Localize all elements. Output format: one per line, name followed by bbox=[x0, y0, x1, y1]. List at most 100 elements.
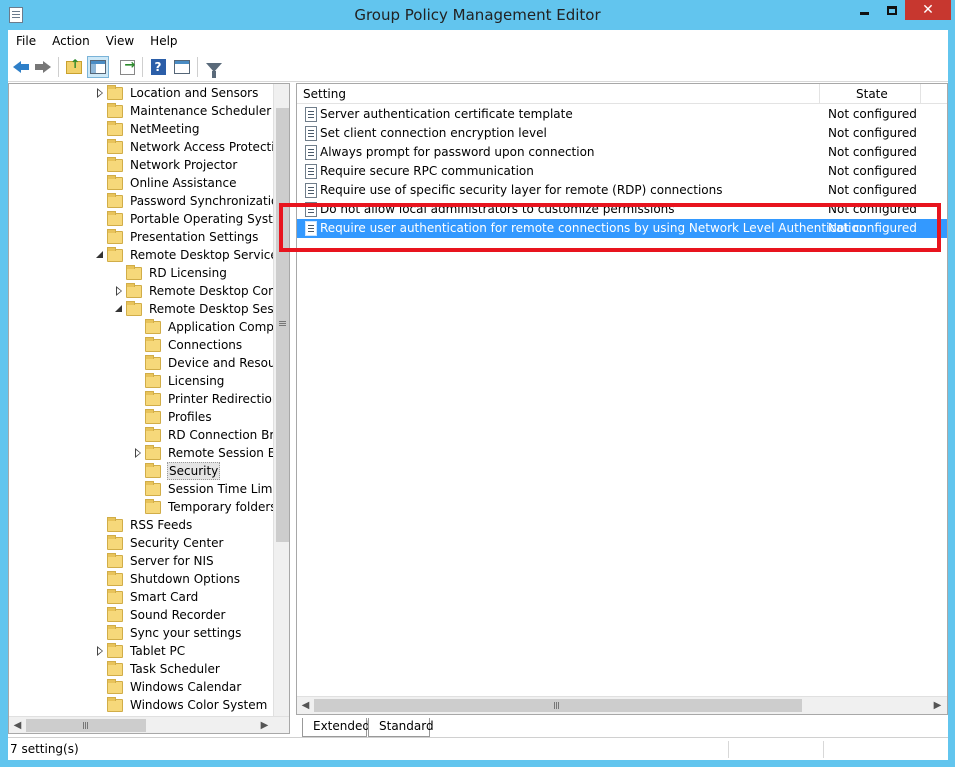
show-hide-tree-button[interactable] bbox=[87, 56, 109, 78]
folder-icon bbox=[107, 696, 123, 712]
tree-item[interactable]: RD Connection Brok bbox=[145, 426, 289, 444]
tree-item[interactable]: Password Synchronization bbox=[107, 192, 287, 210]
tree-item[interactable]: Remote Desktop Services bbox=[96, 246, 285, 264]
tree-item[interactable]: Network Access Protection bbox=[107, 138, 289, 156]
maximize-button[interactable] bbox=[878, 0, 905, 20]
tree-item[interactable]: Remote Session Envi bbox=[135, 444, 289, 462]
column-header-setting[interactable]: Setting bbox=[297, 84, 819, 104]
tree-item[interactable]: Remote Desktop Conne bbox=[116, 282, 289, 300]
tree-item[interactable]: Portable Operating System bbox=[107, 210, 289, 228]
collapse-arrow-icon[interactable] bbox=[114, 304, 124, 314]
tree-item[interactable]: Session Time Limits bbox=[145, 480, 288, 498]
tree-item-label: Remote Desktop Services bbox=[130, 248, 285, 262]
tree-vertical-scroll-thumb[interactable] bbox=[276, 108, 289, 542]
tree-item[interactable]: RD Licensing bbox=[126, 264, 228, 282]
up-one-level-button[interactable] bbox=[63, 56, 85, 78]
tree-item[interactable]: Maintenance Scheduler bbox=[107, 102, 272, 120]
tree-item[interactable]: Temporary folders bbox=[145, 498, 278, 516]
filter-button[interactable] bbox=[203, 56, 225, 78]
properties-button[interactable] bbox=[171, 56, 193, 78]
tree-pane[interactable]: Location and Sensors Maintenance Schedule… bbox=[8, 83, 290, 734]
menu-action[interactable]: Action bbox=[44, 30, 98, 52]
minimize-button[interactable] bbox=[851, 0, 878, 20]
list-horizontal-scroll-thumb[interactable] bbox=[314, 699, 802, 712]
tree-item[interactable]: Smart Card bbox=[107, 588, 199, 606]
folder-icon bbox=[107, 84, 123, 100]
back-button[interactable] bbox=[10, 56, 32, 78]
tree-item[interactable]: Security Center bbox=[107, 534, 224, 552]
setting-row[interactable]: Set client connection encryption level No… bbox=[297, 124, 947, 143]
scroll-right-icon[interactable]: ▶ bbox=[256, 717, 273, 733]
tree-horizontal-scroll-thumb[interactable] bbox=[26, 719, 146, 732]
close-button[interactable]: ✕ bbox=[905, 0, 951, 20]
list-horizontal-scrollbar[interactable]: ◀ ▶ bbox=[297, 696, 947, 714]
menu-help[interactable]: Help bbox=[142, 30, 185, 52]
annotation-highlight-box bbox=[279, 203, 941, 252]
tree-item[interactable]: Presentation Settings bbox=[107, 228, 259, 246]
tree-item[interactable]: Windows Color System bbox=[107, 696, 268, 714]
setting-state: Not configured bbox=[828, 183, 917, 197]
tree-item[interactable]: Profiles bbox=[145, 408, 213, 426]
tree-item[interactable]: Tablet PC bbox=[97, 642, 186, 660]
scroll-left-icon[interactable]: ◀ bbox=[297, 697, 314, 714]
tree-item-label: Security bbox=[167, 462, 221, 480]
forward-button[interactable] bbox=[32, 56, 54, 78]
setting-state: Not configured bbox=[828, 107, 917, 121]
help-button[interactable]: ? bbox=[147, 56, 169, 78]
tree-item[interactable]: Licensing bbox=[145, 372, 225, 390]
toolbar-separator bbox=[142, 57, 143, 77]
column-header-state[interactable]: State bbox=[820, 84, 920, 104]
menu-view[interactable]: View bbox=[98, 30, 142, 52]
tree-item[interactable]: Connections bbox=[145, 336, 243, 354]
tree-item[interactable]: Remote Desktop Session bbox=[115, 300, 289, 318]
filter-icon bbox=[206, 62, 222, 78]
tree-item[interactable]: Sync your settings bbox=[107, 624, 242, 642]
scroll-right-icon[interactable]: ▶ bbox=[929, 697, 946, 714]
toolbar-separator bbox=[58, 57, 59, 77]
tree-item[interactable]: Security bbox=[145, 462, 221, 480]
expand-arrow-icon[interactable] bbox=[133, 448, 143, 458]
expand-arrow-icon[interactable] bbox=[114, 286, 124, 296]
tree-item[interactable]: Windows Calendar bbox=[107, 678, 242, 696]
tree-item-label: RD Licensing bbox=[149, 266, 227, 280]
scroll-left-icon[interactable]: ◀ bbox=[9, 717, 26, 733]
close-icon: ✕ bbox=[922, 2, 934, 18]
tree-horizontal-scrollbar[interactable]: ◀ ▶ bbox=[9, 716, 289, 733]
tree-item[interactable]: Task Scheduler bbox=[107, 660, 221, 678]
setting-state: Not configured bbox=[828, 164, 917, 178]
tree-vertical-scrollbar[interactable] bbox=[273, 84, 289, 716]
export-list-button[interactable] bbox=[116, 56, 138, 78]
collapse-arrow-icon[interactable] bbox=[95, 250, 105, 260]
title-bar[interactable]: Group Policy Management Editor ✕ bbox=[0, 0, 955, 30]
tree-item[interactable]: Shutdown Options bbox=[107, 570, 241, 588]
setting-row[interactable]: Require use of specific security layer f… bbox=[297, 181, 947, 200]
tree-item[interactable]: Server for NIS bbox=[107, 552, 215, 570]
tab-standard[interactable]: Standard bbox=[368, 718, 434, 737]
settings-list-pane[interactable]: Setting State Server authentication cert… bbox=[296, 83, 948, 715]
folder-icon bbox=[107, 174, 123, 190]
folder-icon bbox=[145, 426, 161, 442]
setting-row[interactable]: Always prompt for password upon connecti… bbox=[297, 143, 947, 162]
tree-item[interactable]: Device and Resource bbox=[145, 354, 289, 372]
tree-item[interactable]: Application Compat bbox=[145, 318, 287, 336]
tree-item[interactable]: Network Projector bbox=[107, 156, 238, 174]
setting-row[interactable]: Require secure RPC communication Not conf… bbox=[297, 162, 947, 181]
tree-item[interactable]: NetMeeting bbox=[107, 120, 200, 138]
client-area: File Action View Help ? Location and Sen… bbox=[8, 30, 948, 760]
expand-arrow-icon[interactable] bbox=[95, 646, 105, 656]
setting-row[interactable]: Server authentication certificate templa… bbox=[297, 105, 947, 124]
tree-item-label: Printer Redirection bbox=[168, 392, 280, 406]
menu-file[interactable]: File bbox=[8, 30, 44, 52]
expand-arrow-icon[interactable] bbox=[95, 88, 105, 98]
tree-item[interactable]: RSS Feeds bbox=[107, 516, 193, 534]
tree-item[interactable]: Sound Recorder bbox=[107, 606, 226, 624]
tree-item[interactable]: Online Assistance bbox=[107, 174, 237, 192]
tree-item[interactable]: Printer Redirection bbox=[145, 390, 281, 408]
view-tabs: Extended Standard bbox=[296, 718, 948, 738]
tree-item-label: Sound Recorder bbox=[130, 608, 226, 622]
folder-icon bbox=[107, 588, 123, 604]
tree-item[interactable]: Location and Sensors bbox=[97, 84, 259, 102]
column-divider[interactable] bbox=[920, 84, 921, 104]
setting-state: Not configured bbox=[828, 126, 917, 140]
tab-extended[interactable]: Extended bbox=[302, 718, 370, 737]
